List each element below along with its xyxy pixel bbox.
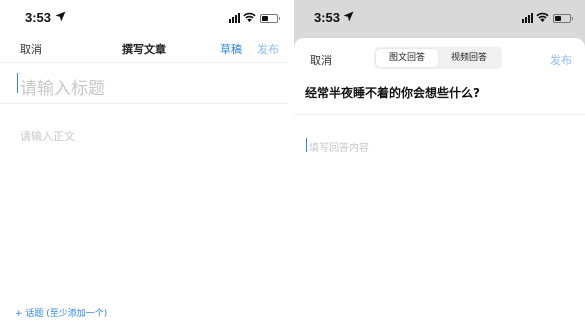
location-arrow-icon [55,11,66,22]
text-cursor [306,138,307,152]
wifi-icon [536,12,549,23]
signal-icon [229,13,240,23]
answer-input[interactable]: 填写回答内容 [309,139,369,154]
body-input[interactable]: 请输入正文 [20,128,75,144]
wifi-icon [243,12,256,23]
status-icons [229,11,280,23]
title-input[interactable]: 请输入标题 [0,62,288,104]
title-placeholder: 请输入标题 [20,79,105,99]
battery-icon [260,14,280,23]
tab-text-answer[interactable]: 图文回答 [376,49,438,67]
nav-bar: 取消 撰写文章 草稿 发布 [0,34,288,62]
status-time: 3:53 [25,10,52,25]
screen: 3:53 取消 撰写文章 草稿 发布 请输入标题 请输入正文 + 话题 (至少添… [0,0,585,329]
publish-button[interactable]: 发布 [550,52,572,68]
add-topic-link[interactable]: + 话题 (至少添加一个) [15,306,107,319]
answer-type-segmented-control: 图文回答 视频回答 [374,47,502,69]
battery-icon [553,14,573,23]
status-time: 3:53 [314,10,341,25]
status-bar: 3:53 [294,0,585,34]
cancel-button[interactable]: 取消 [310,52,332,68]
tab-video-answer[interactable]: 视频回答 [438,49,500,67]
answer-screen: 3:53 取消 图文回答 视频回答 发布 经常半夜睡不着的你会想些什么? 填写回… [294,0,585,329]
publish-button[interactable]: 发布 [257,41,279,57]
question-title: 经常半夜睡不着的你会想些什么? [305,86,480,100]
status-bar: 3:53 [0,0,288,34]
write-article-screen: 3:53 取消 撰写文章 草稿 发布 请输入标题 请输入正文 + 话题 (至少添… [0,0,288,329]
signal-icon [522,13,533,23]
text-cursor [17,73,18,93]
answer-sheet: 取消 图文回答 视频回答 发布 经常半夜睡不着的你会想些什么? 填写回答内容 [294,38,585,329]
divider [294,114,585,115]
location-arrow-icon [343,11,354,22]
page-title: 撰写文章 [122,43,166,56]
status-icons [522,11,573,23]
draft-button[interactable]: 草稿 [220,41,242,57]
